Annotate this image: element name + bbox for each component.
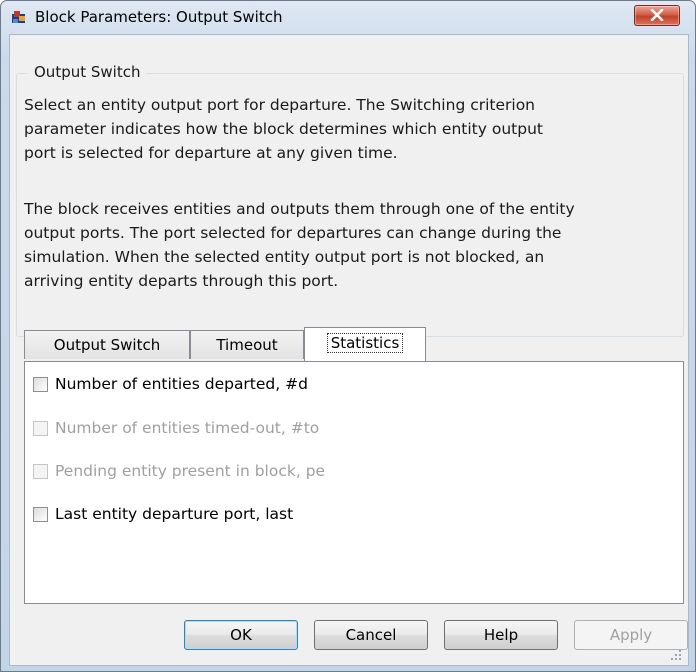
tab-timeout[interactable]: Timeout: [190, 330, 304, 359]
help-button[interactable]: Help: [444, 620, 558, 650]
tab-output-switch[interactable]: Output Switch: [24, 330, 190, 359]
close-icon: [650, 9, 664, 21]
dialog-window: Block Parameters: Output Switch Output S…: [0, 0, 696, 672]
statistics-panel: Number of entities departed, #d Number o…: [24, 361, 684, 604]
checkbox[interactable]: [33, 507, 48, 522]
tab-statistics[interactable]: Statistics: [304, 327, 426, 361]
title-bar[interactable]: Block Parameters: Output Switch: [1, 1, 695, 33]
dialog-body: Output Switch Select an entity output po…: [9, 34, 689, 666]
group-legend: Output Switch: [28, 62, 147, 82]
simulink-block-icon: [11, 10, 27, 26]
cancel-button[interactable]: Cancel: [314, 620, 428, 650]
description-paragraph-1: Select an entity output port for departu…: [24, 96, 543, 162]
checkbox: [33, 464, 48, 479]
description-paragraph-2: The block receives entities and outputs …: [24, 200, 575, 290]
ok-button[interactable]: OK: [184, 620, 298, 650]
window-title: Block Parameters: Output Switch: [35, 8, 283, 26]
apply-button: Apply: [574, 620, 688, 650]
checkbox[interactable]: [33, 377, 48, 392]
checkbox: [33, 421, 48, 436]
close-button[interactable]: [634, 5, 680, 26]
resize-grip-icon[interactable]: [670, 649, 682, 661]
